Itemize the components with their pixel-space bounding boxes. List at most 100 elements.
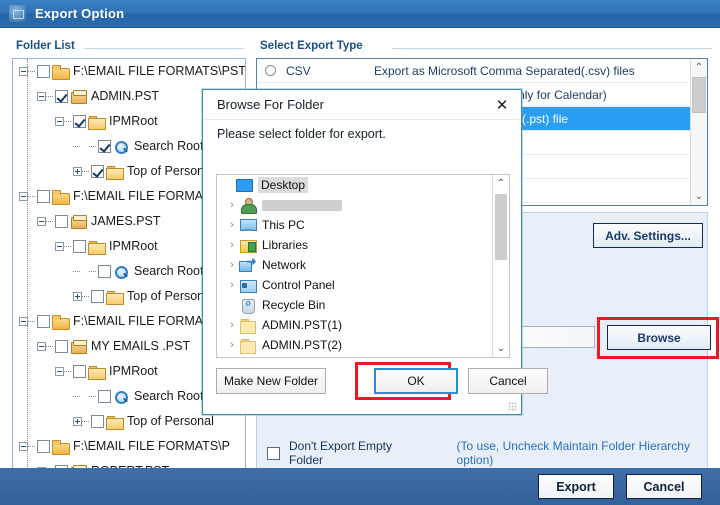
chevron-right-icon[interactable]: › xyxy=(225,259,239,271)
tree-connector xyxy=(82,296,89,297)
export-type-vscrollbar[interactable]: ⌃ ⌄ xyxy=(690,59,707,205)
chevron-right-icon[interactable]: › xyxy=(225,239,239,251)
folder-checkbox[interactable] xyxy=(55,90,68,103)
adv-settings-button[interactable]: Adv. Settings... xyxy=(593,223,703,248)
dont-export-empty-row[interactable]: Don't Export Empty Folder (To use, Unche… xyxy=(267,439,707,467)
folder-open-icon xyxy=(52,314,70,330)
pst-store-icon xyxy=(70,339,87,354)
window-title: Export Option xyxy=(35,6,125,21)
dialog-item-label: ADMIN.PST(1) xyxy=(262,318,343,332)
export-button[interactable]: Export xyxy=(538,474,614,499)
folder-checkbox[interactable] xyxy=(73,365,86,378)
folder-icon xyxy=(88,365,106,380)
folder-checkbox[interactable] xyxy=(91,290,104,303)
chevron-right-icon[interactable]: › xyxy=(225,279,239,291)
folder-open-icon xyxy=(52,64,70,80)
tree-guide-line xyxy=(27,59,28,477)
dialog-tree-item[interactable]: Desktop xyxy=(217,175,509,195)
folder-tree-node[interactable]: F:\EMAIL FILE FORMATS\P xyxy=(13,434,245,459)
tree-connector xyxy=(82,171,89,172)
tree-expander-minus-icon[interactable] xyxy=(37,342,46,351)
folder-checkbox[interactable] xyxy=(55,340,68,353)
user-icon xyxy=(239,197,257,214)
dialog-tree-item[interactable]: › ADMIN.PST(1) xyxy=(217,315,509,335)
folder-checkbox[interactable] xyxy=(55,215,68,228)
tree-expander-minus-icon[interactable] xyxy=(37,217,46,226)
folder-checkbox[interactable] xyxy=(91,415,104,428)
dialog-tree-item[interactable]: › xyxy=(217,195,509,215)
vscroll-up-arrow[interactable]: ⌃ xyxy=(691,59,707,76)
folder-node-label: IPMRoot xyxy=(109,114,158,129)
dialog-vscrollbar[interactable]: ⌃ ⌄ xyxy=(492,175,509,357)
ok-button[interactable]: OK xyxy=(374,368,458,394)
resize-grip[interactable] xyxy=(508,402,517,411)
dialog-vscroll-down-arrow[interactable]: ⌄ xyxy=(493,340,509,357)
folder-checkbox[interactable] xyxy=(37,190,50,203)
vscroll-thumb[interactable] xyxy=(692,77,706,113)
export-type-row[interactable]: CSV Export as Microsoft Comma Separated(.… xyxy=(257,59,707,83)
export-option-window: Export Option Folder List F:\EMAIL FILE … xyxy=(0,0,720,505)
dialog-folder-tree[interactable]: Desktop › › This PC › Libraries › Network › Contr… xyxy=(216,174,510,358)
tree-expander-minus-icon[interactable] xyxy=(55,117,64,126)
dialog-cancel-button[interactable]: Cancel xyxy=(468,368,548,394)
dialog-tree-item[interactable]: › Control Panel xyxy=(217,275,509,295)
dialog-tree-item[interactable]: Recycle Bin xyxy=(217,295,509,315)
tree-connector xyxy=(28,446,35,447)
tree-connector xyxy=(28,196,35,197)
close-icon[interactable]: ✕ xyxy=(489,94,515,116)
pst-store-icon xyxy=(70,89,87,104)
folder-checkbox[interactable] xyxy=(73,240,86,253)
folder-node-label: MY EMAILS .PST xyxy=(91,339,191,354)
browse-button[interactable]: Browse xyxy=(607,325,711,350)
folder-checkbox[interactable] xyxy=(98,140,111,153)
folder-icon xyxy=(88,115,106,130)
tree-expander-plus-icon[interactable] xyxy=(73,417,82,426)
dialog-button-row: Make New Folder OK Cancel xyxy=(216,368,548,394)
dialog-tree-item[interactable]: › Libraries xyxy=(217,235,509,255)
chevron-right-icon[interactable]: › xyxy=(225,219,239,231)
folder-checkbox[interactable] xyxy=(37,315,50,328)
chevron-right-icon[interactable]: › xyxy=(225,319,239,331)
folder-icon xyxy=(106,290,124,305)
export-type-radio[interactable] xyxy=(265,65,276,76)
dialog-tree-item[interactable]: › ADMIN.PST(2) xyxy=(217,335,509,355)
dialog-item-label: This PC xyxy=(262,218,305,232)
export-type-desc: Export as Microsoft Comma Separated(.csv… xyxy=(374,63,635,78)
desktop-icon xyxy=(235,178,253,193)
chevron-right-icon[interactable]: › xyxy=(225,339,239,351)
dialog-vscroll-thumb[interactable] xyxy=(495,194,507,260)
folder-icon xyxy=(106,415,124,430)
folder-checkbox[interactable] xyxy=(91,165,104,178)
tree-connector xyxy=(89,271,96,272)
folder-list-divider xyxy=(84,48,244,49)
tree-expander-minus-icon[interactable] xyxy=(37,92,46,101)
dont-export-empty-checkbox[interactable] xyxy=(267,446,280,460)
dialog-tree-item[interactable]: › Network xyxy=(217,255,509,275)
footer-bar: Export Cancel xyxy=(0,468,720,505)
folder-checkbox[interactable] xyxy=(37,65,50,78)
tree-connector xyxy=(89,146,96,147)
make-new-folder-button[interactable]: Make New Folder xyxy=(216,368,326,394)
folder-checkbox[interactable] xyxy=(98,390,111,403)
dialog-item-label: Network xyxy=(262,258,307,272)
cancel-button[interactable]: Cancel xyxy=(626,474,702,499)
tree-expander-plus-icon[interactable] xyxy=(73,292,82,301)
this-pc-icon xyxy=(239,218,257,233)
folder-checkbox[interactable] xyxy=(73,115,86,128)
dialog-tree-item[interactable]: › This PC xyxy=(217,215,509,235)
tree-expander-minus-icon[interactable] xyxy=(55,367,64,376)
tree-connector xyxy=(73,271,80,272)
folder-tree-node[interactable]: F:\EMAIL FILE FORMATS\PST\ADM xyxy=(13,59,245,84)
folder-checkbox[interactable] xyxy=(98,265,111,278)
tree-expander-plus-icon[interactable] xyxy=(73,167,82,176)
tree-connector xyxy=(64,121,71,122)
folder-checkbox[interactable] xyxy=(37,440,50,453)
vscroll-down-arrow[interactable]: ⌄ xyxy=(691,188,707,205)
chevron-right-icon[interactable]: › xyxy=(225,199,239,211)
tree-expander-minus-icon[interactable] xyxy=(55,242,64,251)
dialog-item-label: Desktop xyxy=(258,177,309,193)
dialog-vscroll-up-arrow[interactable]: ⌃ xyxy=(493,175,509,192)
redacted-username xyxy=(262,199,342,211)
tree-connector xyxy=(89,396,96,397)
recycle-bin-icon xyxy=(239,298,257,314)
